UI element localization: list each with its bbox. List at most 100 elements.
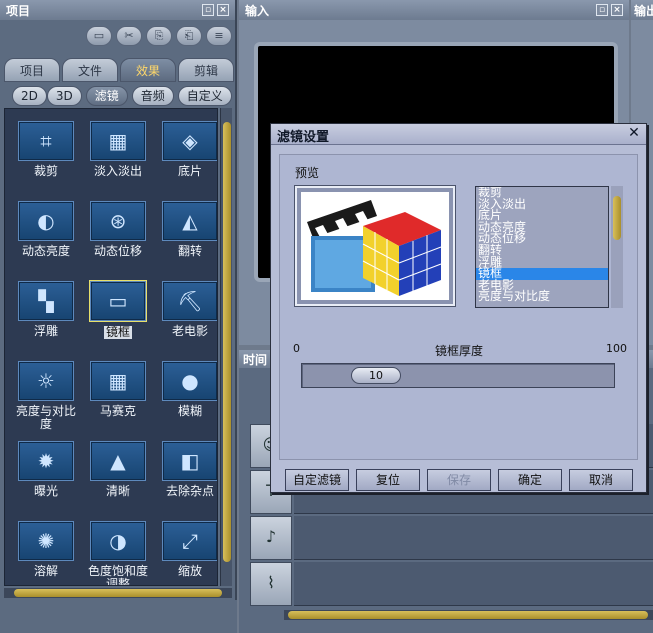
- saturation-icon: ◑: [90, 521, 146, 561]
- effect-label: 马赛克: [99, 404, 136, 418]
- effect-label: 溶解: [33, 564, 58, 578]
- frame-thickness-slider[interactable]: 10: [301, 363, 615, 388]
- subtab-0[interactable]: 2D: [12, 86, 47, 106]
- filter-list[interactable]: 裁剪 淡入淡出 底片 动态亮度 动态位移 翻转 浮雕 镜框 老电影 亮度与对比度: [475, 186, 609, 308]
- effect-item[interactable]: ● 模糊: [155, 351, 217, 431]
- effects-horizontal-scrollbar[interactable]: [4, 588, 232, 598]
- scroll-thumb[interactable]: [288, 611, 648, 619]
- effect-item[interactable]: ⛏ 老电影: [155, 271, 217, 351]
- effect-label: 老电影: [171, 324, 208, 338]
- project-tabs: 项目 文件 效果 剪辑: [4, 58, 234, 82]
- close-icon[interactable]: ×: [217, 4, 229, 16]
- effect-label: 动态位移: [93, 244, 142, 258]
- effect-item[interactable]: ⌗ 裁剪: [11, 111, 81, 191]
- project-panel-titlebar: 项目 ▫ ×: [0, 0, 235, 20]
- output-monitor-titlebar: 输出: [631, 0, 653, 20]
- dialog-button-1[interactable]: 复位: [356, 469, 420, 491]
- effect-item[interactable]: ▚ 浮雕: [11, 271, 81, 351]
- effect-label: 淡入淡出: [93, 164, 142, 178]
- effect-label: 清晰: [105, 484, 130, 498]
- slider-title: 镜框厚度: [434, 344, 483, 358]
- folder-tool-icon[interactable]: ▭: [86, 26, 112, 46]
- scroll-thumb[interactable]: [14, 589, 222, 597]
- effect-item[interactable]: ⤢ 缩放: [155, 511, 217, 585]
- effect-label: 动态亮度: [21, 244, 70, 258]
- zoom-icon: ⤢: [162, 521, 217, 561]
- tab-1[interactable]: 文件: [62, 58, 118, 82]
- effect-item[interactable]: ◐ 动态亮度: [11, 191, 81, 271]
- filter-list-scrollbar[interactable]: [611, 186, 623, 308]
- paste-tool-icon[interactable]: ⎗: [176, 26, 202, 46]
- music-track-icon[interactable]: ♪: [250, 516, 292, 560]
- filter-list-item[interactable]: 亮度与对比度: [476, 291, 608, 303]
- effects-grid: ⌗ 裁剪 ▦ 淡入淡出 ◈ 底片 ◐ 动态亮度 ⊛ 动态位移 ◭ 翻转 ▚ 浮雕 ▭ 镜框 ⛏ 老电影 ☼ 亮度与对比…: [4, 108, 218, 586]
- motion-icon: ⊛: [90, 201, 146, 241]
- subtab-2[interactable]: 滤镜: [85, 86, 128, 106]
- project-panel-title: 项目: [6, 3, 31, 18]
- tab-3[interactable]: 剪辑: [178, 58, 234, 82]
- close-icon[interactable]: ×: [611, 4, 623, 16]
- voice-track[interactable]: [294, 562, 653, 606]
- slider-thumb[interactable]: 10: [351, 367, 401, 384]
- filter-settings-dialog: 滤镜设置 ✕ 预览 裁剪 淡入淡出 底片 动态亮度 动态位移 翻转 浮雕 镜框 …: [270, 123, 647, 493]
- subtab-1[interactable]: 3D: [46, 86, 82, 106]
- effect-label: 裁剪: [33, 164, 58, 178]
- effect-label: 亮度与对比度: [15, 404, 76, 431]
- effect-item[interactable]: ▦ 马赛克: [83, 351, 153, 431]
- close-icon[interactable]: ✕: [626, 126, 642, 142]
- lightbulb-icon: ☼: [18, 361, 74, 401]
- input-monitor-title: 输入: [245, 3, 270, 18]
- effect-label: 缩放: [177, 564, 202, 578]
- fade-icon: ▦: [90, 121, 146, 161]
- dialog-button-3[interactable]: 确定: [498, 469, 562, 491]
- effect-item[interactable]: ✺ 溶解: [11, 511, 81, 585]
- list-tool-icon[interactable]: ≡: [206, 26, 232, 46]
- effects-vertical-scrollbar[interactable]: [220, 108, 232, 586]
- negative-icon: ◈: [162, 121, 217, 161]
- subtab-4[interactable]: 自定义: [177, 86, 232, 106]
- effect-label: 模糊: [177, 404, 202, 418]
- restore-icon[interactable]: ▫: [596, 4, 608, 16]
- project-toolbar: ▭ ✂ ⎘ ⎗ ≡: [86, 26, 232, 46]
- dialog-button-0[interactable]: 自定滤镜: [285, 469, 349, 491]
- effect-item[interactable]: ▭ 镜框: [83, 271, 153, 351]
- subtab-3[interactable]: 音频: [131, 86, 174, 106]
- tab-0[interactable]: 项目: [4, 58, 60, 82]
- scroll-thumb[interactable]: [613, 196, 621, 240]
- dialog-button-4[interactable]: 取消: [569, 469, 633, 491]
- effect-item[interactable]: ◭ 翻转: [155, 191, 217, 271]
- preview-frame: [295, 186, 455, 306]
- effect-subtabs: 2D 3D 滤镜 音频 自定义: [12, 86, 232, 106]
- effect-item[interactable]: ✹ 曝光: [11, 431, 81, 511]
- effect-item[interactable]: ◈ 底片: [155, 111, 217, 191]
- scroll-thumb[interactable]: [223, 122, 231, 562]
- music-track[interactable]: [294, 516, 653, 560]
- input-monitor-titlebar: 输入 ▫ ×: [239, 0, 629, 20]
- effect-item[interactable]: ▦ 淡入淡出: [83, 111, 153, 191]
- frame-icon: ▭: [89, 280, 147, 322]
- copy-tool-icon[interactable]: ⎘: [146, 26, 172, 46]
- voice-track-icon[interactable]: ⌇: [250, 562, 292, 606]
- blur-icon: ●: [162, 361, 217, 401]
- cut-tool-icon[interactable]: ✂: [116, 26, 142, 46]
- dialog-titlebar: 滤镜设置 ✕: [271, 124, 646, 145]
- effect-item[interactable]: ◑ 色度饱和度调整: [83, 511, 153, 586]
- restore-icon[interactable]: ▫: [202, 4, 214, 16]
- effect-item[interactable]: ⊛ 动态位移: [83, 191, 153, 271]
- effect-label: 色度饱和度调整: [87, 564, 148, 586]
- old-film-icon: ⛏: [162, 281, 217, 321]
- dialog-button-2[interactable]: 保存: [427, 469, 491, 491]
- effect-item[interactable]: ☼ 亮度与对比度: [11, 351, 81, 431]
- effect-label: 翻转: [177, 244, 202, 258]
- effect-label: 底片: [177, 164, 202, 178]
- effect-item[interactable]: ◧ 去除杂点: [155, 431, 217, 511]
- output-monitor-title: 输出: [634, 4, 653, 18]
- dissolve-icon: ✺: [18, 521, 74, 561]
- effect-item[interactable]: ▲ 清晰: [83, 431, 153, 511]
- effect-label: 镜框: [103, 325, 132, 339]
- tab-2[interactable]: 效果: [120, 58, 176, 82]
- dialog-buttons: 自定滤镜 复位 保存 确定 取消: [285, 469, 633, 491]
- dialog-title: 滤镜设置: [277, 130, 330, 145]
- timeline-horizontal-scrollbar[interactable]: [284, 610, 653, 620]
- timeline-title: 时间: [243, 353, 268, 367]
